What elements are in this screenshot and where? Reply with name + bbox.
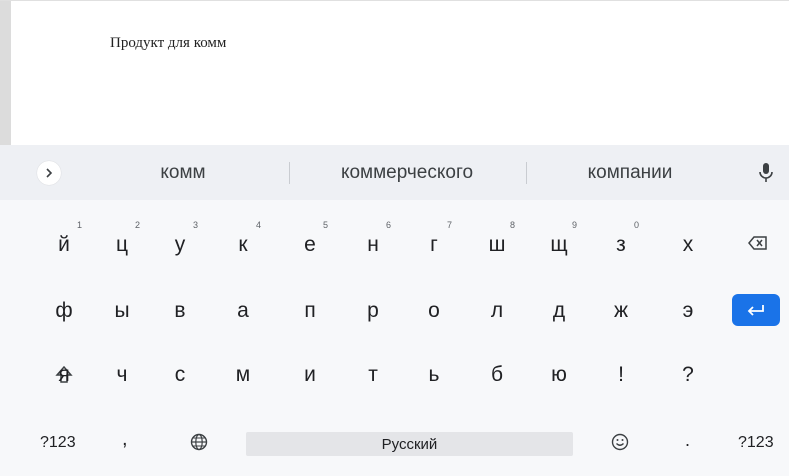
mic-icon	[759, 163, 773, 182]
key-row3-4[interactable]: и	[304, 363, 316, 387]
globe-icon	[190, 433, 208, 451]
key-row2-5[interactable]: р	[367, 299, 379, 323]
key-row1-5[interactable]: н	[367, 233, 379, 257]
key-hint: 6	[386, 220, 392, 230]
document-gutter	[0, 1, 11, 146]
backspace-icon	[748, 236, 767, 250]
suggestion-strip: комм коммерческого компании	[0, 145, 789, 200]
key-row1-4[interactable]: е	[304, 233, 316, 257]
key-hint: 0	[634, 220, 640, 230]
key-row1-6[interactable]: г	[430, 233, 438, 257]
key-hint: 9	[572, 220, 578, 230]
enter-key[interactable]	[732, 294, 780, 326]
key-row2-1[interactable]: ы	[114, 299, 129, 323]
backspace-key[interactable]	[748, 233, 768, 257]
voice-input-button[interactable]	[757, 161, 775, 185]
key-row3-3[interactable]: м	[236, 363, 250, 387]
key-row2-0[interactable]: ф	[55, 299, 72, 323]
comma-key[interactable]: ,	[122, 428, 128, 451]
key-row1-1[interactable]: ц	[116, 233, 128, 257]
key-row1-9[interactable]: з	[616, 233, 626, 257]
key-row2-2[interactable]: в	[174, 299, 185, 323]
symbols-key-left[interactable]: ?123	[40, 434, 76, 452]
key-hint: 4	[256, 220, 262, 230]
period-key[interactable]: .	[685, 430, 690, 451]
key-row1-0[interactable]: й	[58, 233, 70, 257]
key-row3-1[interactable]: ч	[117, 363, 128, 387]
key-row2-8[interactable]: д	[553, 299, 565, 323]
key-hint: 5	[323, 220, 329, 230]
key-hint: 2	[135, 220, 141, 230]
key-row3-7[interactable]: б	[491, 363, 503, 387]
key-row3-9[interactable]: !	[618, 363, 624, 387]
enter-icon	[747, 305, 764, 316]
key-hint: 7	[447, 220, 453, 230]
space-key-label: Русский	[381, 435, 438, 453]
chevron-right-icon	[46, 168, 53, 178]
key-row1-3[interactable]: к	[238, 233, 247, 257]
suggestion-divider	[289, 162, 290, 184]
document-text[interactable]: Продукт для комм	[110, 35, 226, 52]
key-row2-7[interactable]: л	[491, 299, 503, 323]
key-row3-6[interactable]: ь	[429, 363, 440, 387]
emoji-icon	[611, 433, 629, 451]
key-row2-3[interactable]: а	[237, 299, 249, 323]
language-key[interactable]	[190, 433, 208, 457]
key-row3-2[interactable]: с	[175, 363, 186, 387]
key-row1-7[interactable]: ш	[489, 233, 506, 257]
emoji-key[interactable]	[611, 433, 629, 457]
key-row3-5[interactable]: т	[368, 363, 378, 387]
key-row1-2[interactable]: у	[175, 233, 186, 257]
key-row3-10[interactable]: ?	[682, 363, 694, 387]
key-row3-0[interactable]: я	[58, 363, 69, 387]
key-row2-10[interactable]: э	[683, 299, 694, 323]
key-row1-10[interactable]: х	[683, 233, 694, 257]
key-hint: 3	[193, 220, 199, 230]
key-row2-4[interactable]: п	[304, 299, 315, 323]
suggestion-2[interactable]: коммерческого	[341, 162, 473, 184]
key-hint: 1	[77, 220, 83, 230]
suggestion-1[interactable]: комм	[160, 162, 205, 184]
document-area[interactable]: Продукт для комм	[0, 0, 789, 146]
expand-suggestions-button[interactable]	[37, 161, 61, 185]
symbols-key-right[interactable]: ?123	[738, 434, 774, 452]
key-row3-8[interactable]: ю	[551, 363, 567, 387]
key-row2-6[interactable]: о	[428, 299, 440, 323]
key-hint: 8	[510, 220, 516, 230]
key-row2-9[interactable]: ж	[614, 299, 628, 323]
key-row1-8[interactable]: щ	[550, 233, 567, 257]
suggestion-3[interactable]: компании	[588, 162, 673, 184]
suggestion-divider	[526, 162, 527, 184]
space-key[interactable]: Русский	[246, 432, 573, 456]
